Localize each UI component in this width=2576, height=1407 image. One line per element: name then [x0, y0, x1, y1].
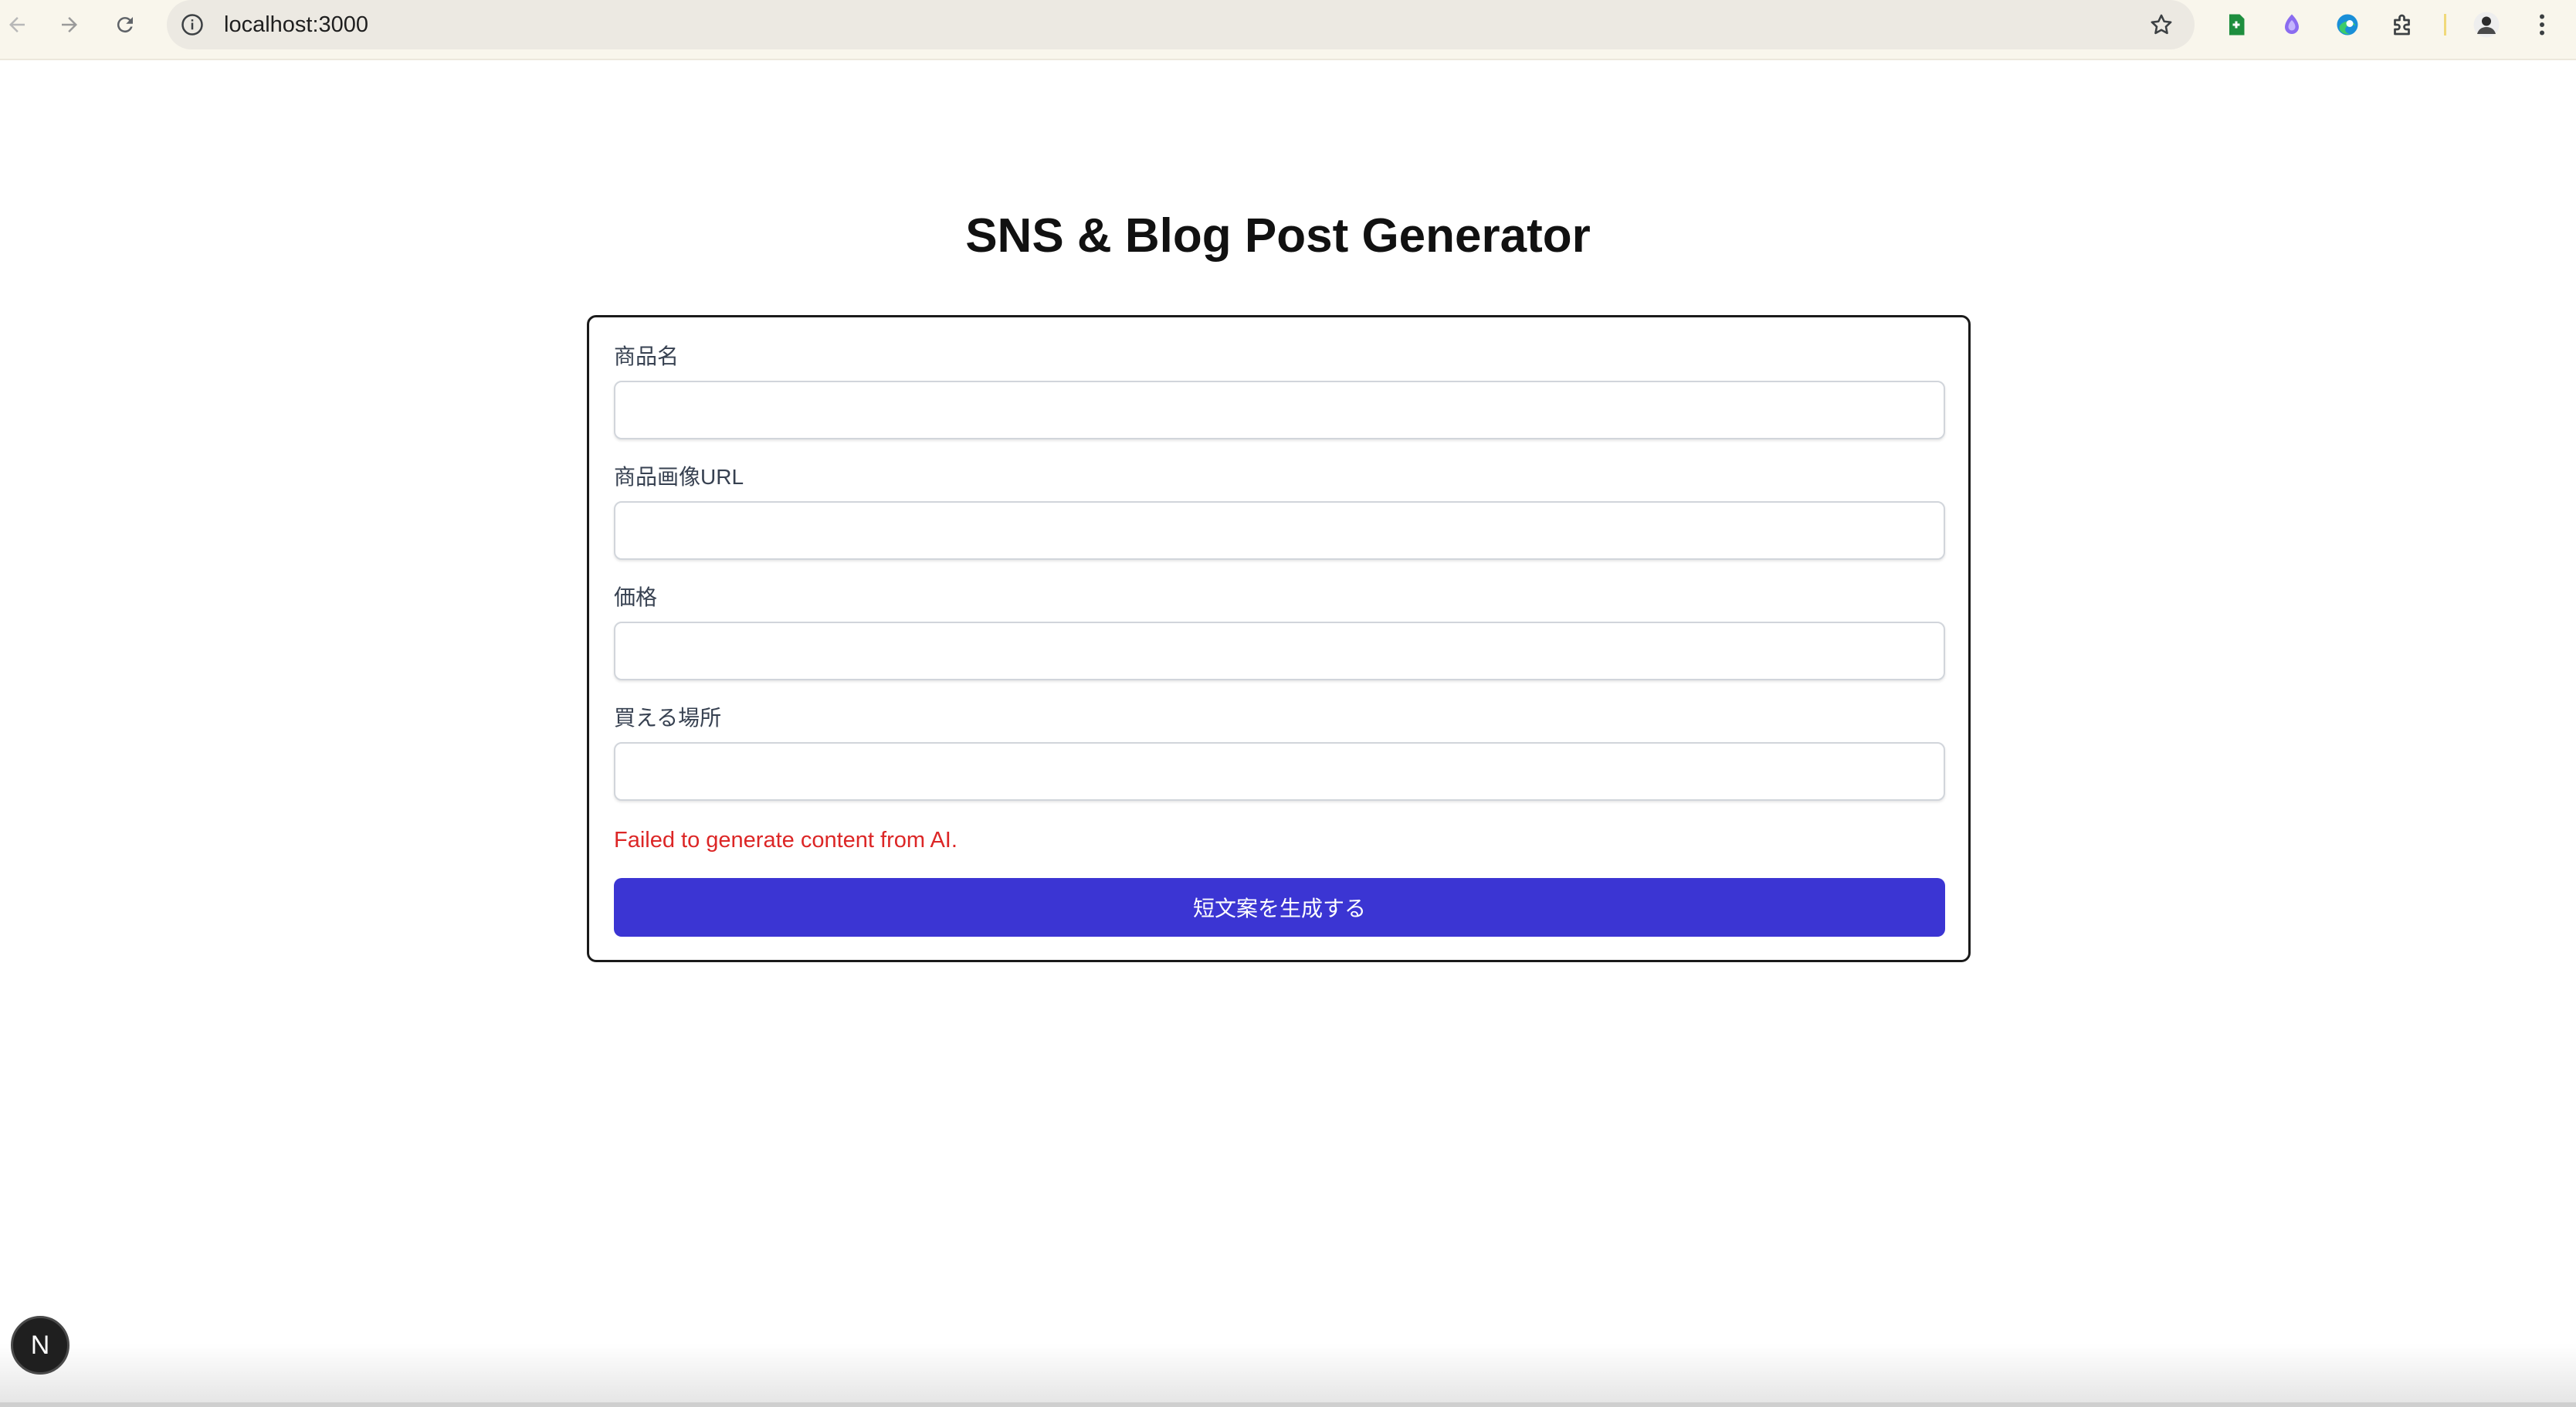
info-icon[interactable] — [181, 13, 204, 36]
edge-extension-icon[interactable] — [2334, 11, 2361, 39]
generator-form: 商品名 商品画像URL 価格 買える場所 Failed to generate … — [587, 315, 1971, 962]
purple-extension-icon[interactable] — [2278, 11, 2306, 39]
kebab-menu-icon[interactable] — [2528, 11, 2556, 39]
puzzle-extensions-icon[interactable] — [2389, 11, 2417, 39]
price-input[interactable] — [614, 622, 1945, 680]
star-icon[interactable] — [2148, 12, 2174, 38]
price-label: 価格 — [614, 585, 658, 609]
product-image-url-input[interactable] — [614, 501, 1945, 560]
product-image-url-label: 商品画像URL — [614, 465, 744, 489]
browser-toolbar: localhost:3000 — [0, 0, 2576, 60]
forward-arrow-icon[interactable] — [54, 9, 85, 40]
back-arrow-icon[interactable] — [2, 9, 32, 40]
product-name-label: 商品名 — [614, 344, 680, 368]
address-bar[interactable]: localhost:3000 — [167, 0, 2195, 49]
url-text[interactable]: localhost:3000 — [224, 11, 368, 39]
bottom-edge — [0, 1402, 2576, 1407]
nextjs-badge-letter: N — [30, 1330, 50, 1360]
nextjs-logo-icon[interactable]: N — [11, 1316, 69, 1375]
generate-button[interactable]: 短文案を生成する — [614, 878, 1945, 937]
sheets-extension-icon[interactable] — [2222, 11, 2250, 39]
purchase-location-label: 買える場所 — [614, 706, 722, 730]
error-message: Failed to generate content from AI. — [614, 828, 958, 853]
product-name-input[interactable] — [614, 381, 1945, 439]
page-title: SNS & Blog Post Generator — [965, 209, 1591, 263]
toolbar-divider — [2444, 14, 2446, 36]
reload-icon[interactable] — [110, 9, 141, 40]
purchase-location-input[interactable] — [614, 742, 1945, 801]
bottom-shade — [0, 1344, 2576, 1407]
profile-avatar-icon[interactable] — [2473, 11, 2500, 39]
